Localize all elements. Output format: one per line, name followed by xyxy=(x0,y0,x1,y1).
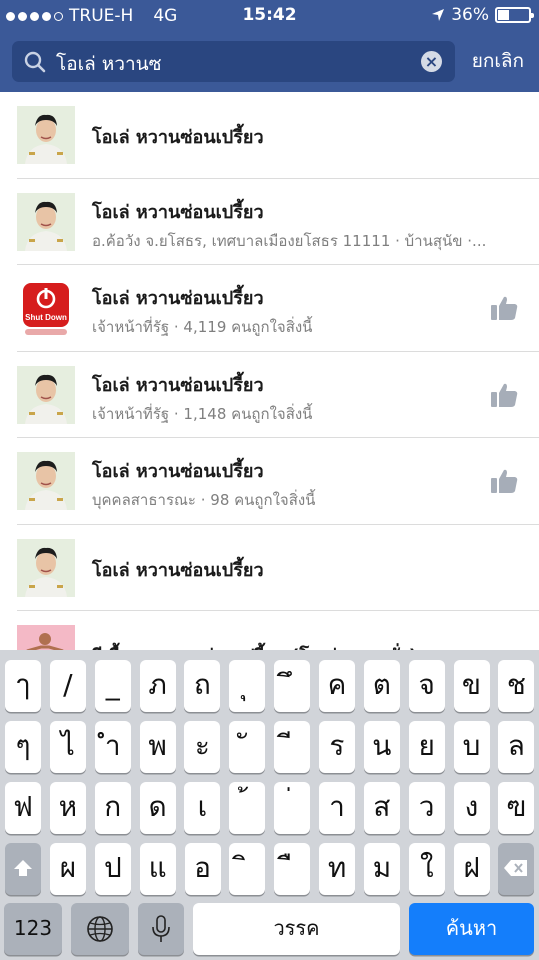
key-row4[interactable]: ฝ xyxy=(453,843,490,895)
result-row[interactable]: โอเล่ หวานซ่อนเปรี้ยวอ.ค้อวัง จ.ยโสธร, เ… xyxy=(0,179,539,266)
key-row4[interactable]: ม xyxy=(363,843,400,895)
key-row1[interactable]: ช xyxy=(498,660,535,712)
key-row2[interactable]: ร xyxy=(318,721,355,773)
key-row3[interactable]: ส xyxy=(363,782,400,834)
battery-icon xyxy=(495,7,534,23)
result-row[interactable]: โอเล่ หวานซ่อนเปรี้ยว xyxy=(0,525,539,612)
key-row2[interactable]: ไ xyxy=(49,721,86,773)
profile-avatar xyxy=(17,106,75,164)
key-row4[interactable]: ิ xyxy=(229,843,266,895)
result-subtitle: เจ้าหน้าที่รัฐ · 1,148 คนถูกใจสิ่งนี้ xyxy=(92,404,313,423)
key-row4[interactable]: ป xyxy=(94,843,131,895)
key-row3[interactable]: ด xyxy=(139,782,176,834)
dictation-key[interactable] xyxy=(138,903,184,955)
key-row1[interactable]: ต xyxy=(363,660,400,712)
status-bar: TRUE-H 4G 15:42 36% xyxy=(0,0,539,32)
key-row2[interactable]: ำ xyxy=(94,721,131,773)
key-row2[interactable]: ะ xyxy=(184,721,221,773)
clear-search-icon[interactable]: × xyxy=(421,51,442,72)
key-row1[interactable]: ค xyxy=(318,660,355,712)
result-row[interactable]: ผีเสื้อ... หวานซ่อนเปรี้ยว (โอเล่ หวานซั… xyxy=(0,611,539,650)
key-row1[interactable]: ุ xyxy=(229,660,266,712)
shift-icon xyxy=(14,860,32,876)
profile-avatar xyxy=(17,452,75,510)
key-row1[interactable]: ข xyxy=(453,660,490,712)
key-row1[interactable]: ถ xyxy=(184,660,221,712)
key-row4[interactable]: ท xyxy=(319,843,356,895)
globe-key[interactable] xyxy=(71,903,129,955)
result-title: โอเล่ หวานซ่อนเปรี้ยว xyxy=(92,288,264,309)
avatar-label: Shut Down xyxy=(25,313,67,322)
space-key[interactable]: วรรค xyxy=(193,903,400,955)
key-row2[interactable]: ย xyxy=(408,721,445,773)
profile-avatar xyxy=(17,625,75,650)
result-title: โอเล่ หวานซ่อนเปรี้ยว xyxy=(92,461,264,482)
key-row3[interactable]: เ xyxy=(184,782,221,834)
key-row3[interactable]: ฃ xyxy=(498,782,535,834)
search-key[interactable]: ค้นหา xyxy=(409,903,534,955)
key-row4[interactable]: ผ xyxy=(50,843,86,895)
backspace-icon xyxy=(504,860,527,876)
key-row2[interactable]: ล xyxy=(498,721,535,773)
battery-percent: 36% xyxy=(451,5,489,25)
key-row3[interactable]: ว xyxy=(408,782,445,834)
like-page-icon[interactable] xyxy=(489,380,519,410)
search-icon xyxy=(24,51,46,73)
globe-icon xyxy=(87,916,113,942)
key-row3[interactable]: ่ xyxy=(274,782,311,834)
key-row4[interactable]: อ xyxy=(184,843,221,895)
search-query[interactable]: โอเล่ หวานซ xyxy=(56,49,162,79)
result-row[interactable]: โอเล่ หวานซ่อนเปรี้ยวบุคคลสาธารณะ · 98 ค… xyxy=(0,438,539,525)
page-avatar: Shut Down xyxy=(17,279,75,337)
search-results-list: โอเล่ หวานซ่อนเปรี้ยว โอเล่ หวานซ่อนเปรี้… xyxy=(0,92,539,650)
key-row4[interactable]: ื xyxy=(274,843,311,895)
key-row1[interactable]: ภ xyxy=(139,660,176,712)
cancel-button[interactable]: ยกเลิก xyxy=(472,46,524,76)
delete-key[interactable] xyxy=(498,843,534,895)
result-subtitle: อ.ค้อวัง จ.ยโสธร, เทศบาลเมืองยโสธร 11111… xyxy=(92,231,487,250)
result-row[interactable]: โอเล่ หวานซ่อนเปรี้ยวเจ้าหน้าที่รัฐ · 1,… xyxy=(0,352,539,439)
result-row[interactable]: Shut Down โอเล่ หวานซ่อนเปรี้ยวเจ้าหน้าที… xyxy=(0,265,539,352)
result-row[interactable]: โอเล่ หวานซ่อนเปรี้ยว xyxy=(0,92,539,179)
result-title: โอเล่ หวานซ่อนเปรี้ยว xyxy=(92,559,264,581)
key-row2[interactable]: น xyxy=(363,721,400,773)
result-subtitle: บุคคลสาธารณะ · 98 คนถูกใจสิ่งนี้ xyxy=(92,491,316,509)
key-row2[interactable]: ั xyxy=(229,721,266,773)
result-title: โอเล่ หวานซ่อนเปรี้ยว xyxy=(92,127,264,148)
search-field[interactable]: โอเล่ หวานซ × xyxy=(12,41,455,82)
key-row1[interactable]: ึ xyxy=(274,660,311,712)
result-title: ผีเสื้อ... หวานซ่อนเปรี้ยว (โอเล่ หวานซั… xyxy=(92,641,417,650)
key-row1[interactable]: จ xyxy=(408,660,445,712)
like-page-icon[interactable] xyxy=(489,293,519,323)
key-row1[interactable]: / xyxy=(49,660,86,712)
result-subtitle: เจ้าหน้าที่รัฐ · 4,119 คนถูกใจสิ่งนี้ xyxy=(92,318,313,336)
key-row2[interactable]: ี xyxy=(274,721,311,773)
numbers-key[interactable]: 123 xyxy=(4,903,62,955)
microphone-icon xyxy=(152,915,170,942)
result-title: โอเล่ หวานซ่อนเปรี้ยว xyxy=(92,201,264,223)
key-row1[interactable]: _ xyxy=(94,660,131,712)
key-row3[interactable]: ฟ xyxy=(5,782,41,834)
key-row3[interactable]: ก xyxy=(94,782,131,834)
key-row2[interactable]: ๆ xyxy=(5,721,41,773)
result-title: โอเล่ หวานซ่อนเปรี้ยว xyxy=(92,374,264,396)
key-row2[interactable]: บ xyxy=(453,721,490,773)
app-header: TRUE-H 4G 15:42 36% โอเล่ หวานซ × ยกเลิก xyxy=(0,0,539,92)
key-row3[interactable]: ้ xyxy=(229,782,266,834)
key-row3[interactable]: ห xyxy=(49,782,86,834)
profile-avatar xyxy=(17,192,75,251)
key-row4[interactable]: ใ xyxy=(408,843,445,895)
key-row3[interactable]: า xyxy=(318,782,355,834)
like-page-icon[interactable] xyxy=(489,466,519,496)
key-row4[interactable]: แ xyxy=(139,843,176,895)
key-row3[interactable]: ง xyxy=(453,782,490,834)
shift-key[interactable] xyxy=(5,843,41,895)
profile-avatar xyxy=(17,538,75,597)
key-row2[interactable]: พ xyxy=(139,721,176,773)
profile-avatar xyxy=(17,365,75,424)
thai-keyboard: 123 วรรค ค้นหา ๅ/_ภถุึคตจขชๆไำพะัีรนยบลฟ… xyxy=(0,650,539,960)
location-arrow-icon xyxy=(432,9,445,21)
key-row1[interactable]: ๅ xyxy=(5,660,41,712)
